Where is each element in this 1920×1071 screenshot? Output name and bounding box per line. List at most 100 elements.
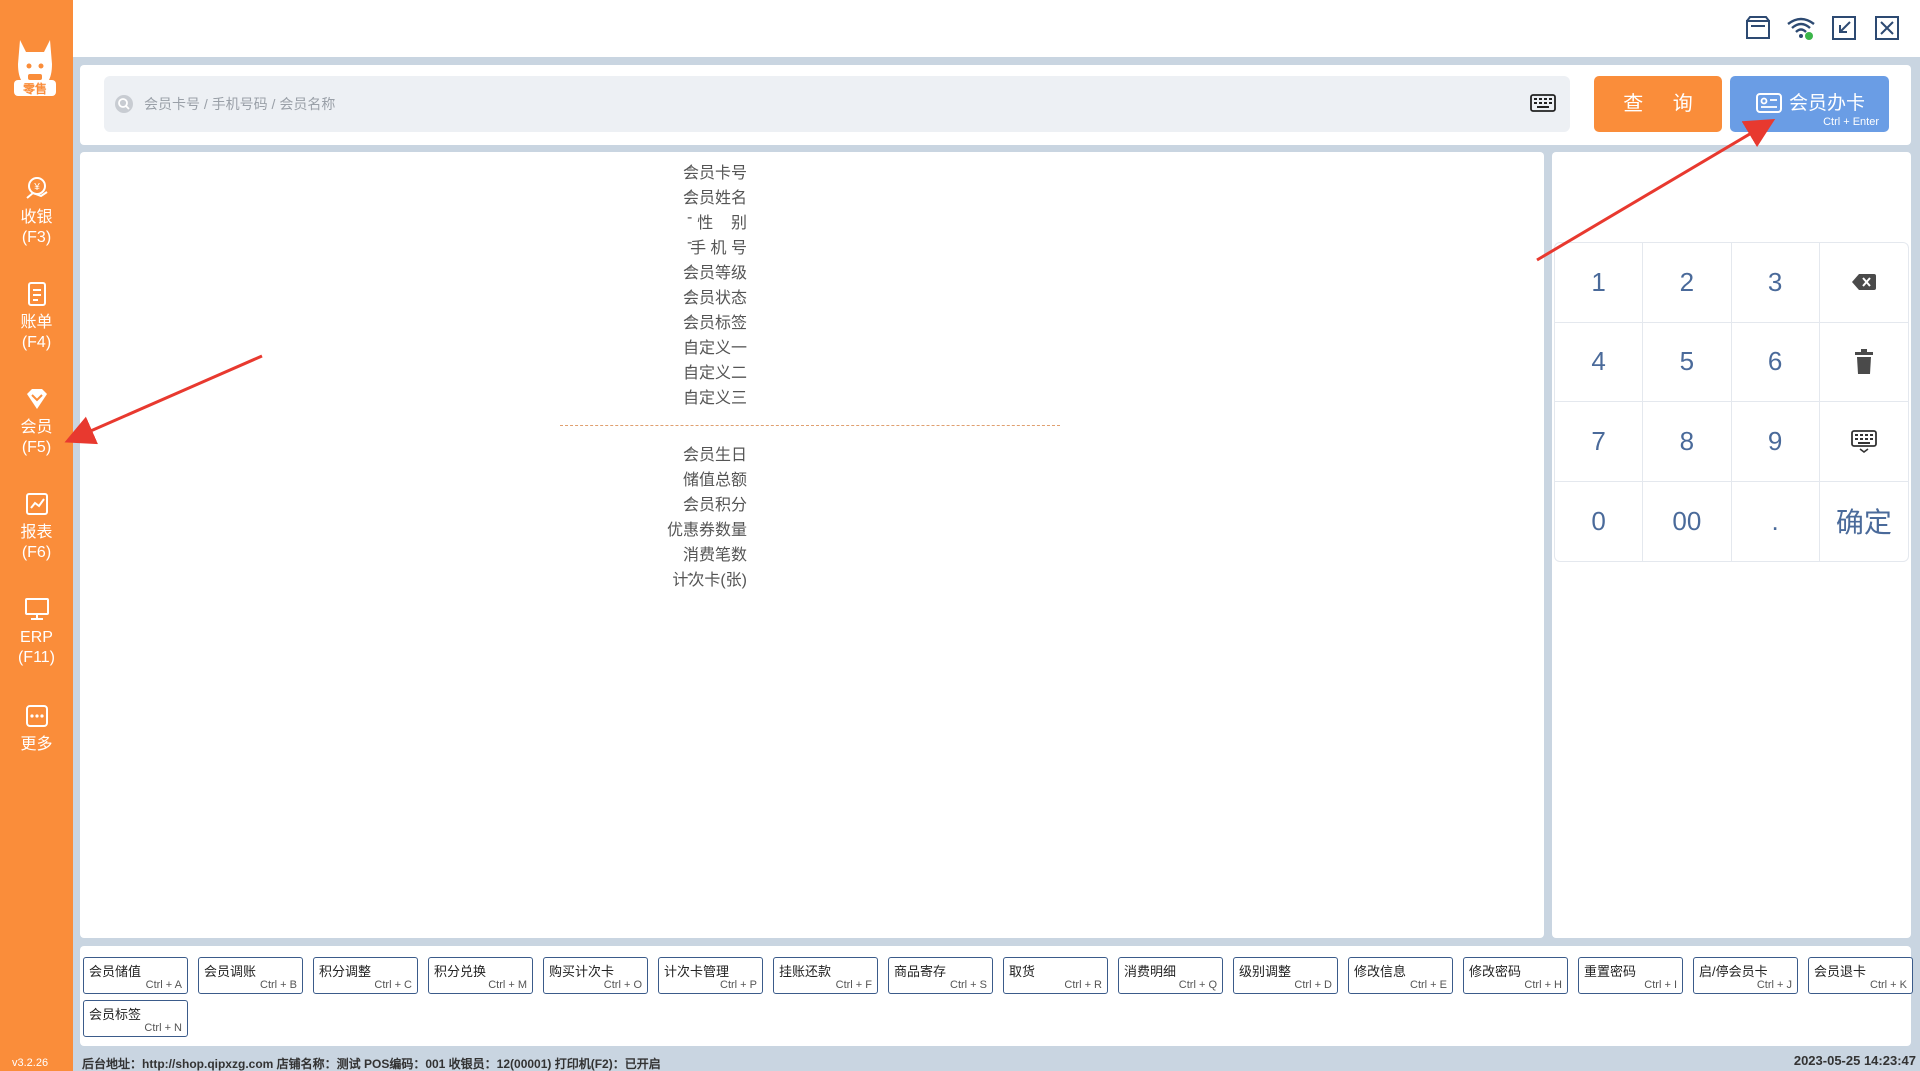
erp-icon [24,598,49,620]
info-label: 自定义一 [682,340,747,357]
info-row: 储值总额 - [80,466,780,491]
key-00[interactable]: 00 [1643,481,1732,561]
shortcut-button[interactable]: 会员储值 Ctrl + A [83,957,188,994]
sidebar-item-erp[interactable]: ERP (F11) [0,596,73,668]
shortcut-key: Ctrl + C [374,979,412,991]
query-button[interactable]: 查 询 [1594,76,1722,132]
info-label: 储值总额 [682,472,747,489]
sidebar-item-label: 会员 [20,419,53,436]
shortcut-button[interactable]: 级别调整 Ctrl + D [1233,957,1338,994]
sidebar-item-cashier[interactable]: ¥ 收银 (F3) [0,176,73,248]
shortcut-key: Ctrl + B [260,979,297,991]
info-label: 优惠券数量 [666,522,747,539]
key-0[interactable]: 0 [1555,481,1644,561]
key-1[interactable]: 1 [1555,243,1644,323]
info-value: - [687,384,693,401]
shortcut-button[interactable]: 积分兑换 Ctrl + M [428,957,533,994]
shortcut-button[interactable]: 会员退卡 Ctrl + K [1808,957,1913,994]
confirm-key[interactable]: 确定 [1820,482,1908,562]
sidebar-item-label: 收银 [20,209,53,226]
store-icon[interactable] [1743,13,1773,43]
shortcut-label: 购买计次卡 [549,964,615,979]
svg-text:¥: ¥ [33,182,40,193]
shortcut-label: 启/停会员卡 [1699,964,1768,979]
status-datetime: 2023-05-25 14:23:47 [1793,1053,1916,1068]
info-label: 会员标签 [682,315,747,332]
key-keyboard[interactable] [1819,402,1908,482]
search-icon [115,95,133,113]
member-info-panel: 会员卡号 - 会员姓名 - 性 别-手 机 号 - 会员等级 - 会员状态 - 会员标签 - 自定义一 -… [80,152,1544,938]
info-label: 手 机 号 [690,240,747,257]
shortcut-key: Ctrl + D [1294,979,1332,991]
info-value: - [687,209,693,226]
key-3[interactable]: 3 [1731,243,1820,323]
info-value: - [687,234,693,251]
shortcut-button[interactable]: 商品寄存 Ctrl + S [888,957,993,994]
shortcut-button[interactable]: 购买计次卡 Ctrl + O [543,957,648,994]
sidebar-item-bill[interactable]: 账单 (F4) [0,281,73,353]
info-value: - [687,441,693,458]
shortcut-key: Ctrl + K [1870,979,1907,991]
shortcut-button[interactable]: 会员调账 Ctrl + B [198,957,303,994]
shortcut-button[interactable]: 会员标签 Ctrl + N [83,1000,188,1037]
sidebar-item-member[interactable]: 会员 (F5) [0,386,73,458]
info-value: - [687,184,693,201]
shortcut-button[interactable]: 修改信息 Ctrl + E [1348,957,1453,994]
info-label: 计次卡(张) [672,572,747,589]
shortcut-label: 挂账还款 [779,964,832,979]
shortcut-button[interactable]: 启/停会员卡 Ctrl + J [1693,957,1798,994]
shortcut-label: 重置密码 [1584,964,1637,979]
info-row: 会员等级 - [80,259,780,284]
shortcut-label: 会员储值 [89,964,142,979]
info-label: 会员姓名 [682,190,747,207]
key-delete[interactable] [1819,323,1908,402]
shortcut-label: 计次卡管理 [664,964,730,979]
key-4[interactable]: 4 [1555,322,1644,402]
key-8[interactable]: 8 [1643,402,1732,482]
app-version: v3.2.26 [12,1057,49,1069]
shortcut-label: 商品寄存 [894,964,947,979]
key-backspace[interactable] [1819,243,1908,323]
wifi-icon[interactable] [1786,13,1816,43]
info-row: 手 机 号- [80,234,780,259]
id-card-icon [1756,93,1782,113]
keyboard-icon[interactable] [1530,92,1556,114]
shortcut-button[interactable]: 消费明细 Ctrl + Q [1118,957,1223,994]
key-7[interactable]: 7 [1555,402,1644,482]
bill-icon [27,282,46,306]
key-6[interactable]: 6 [1731,322,1820,402]
backspace-icon [1851,274,1876,291]
shortcut-button[interactable]: 取货 Ctrl + R [1003,957,1108,994]
shortcut-button[interactable]: 积分调整 Ctrl + C [313,957,418,994]
shortcut-label: 级别调整 [1239,964,1292,979]
shortcut-button[interactable]: 重置密码 Ctrl + I [1578,957,1683,994]
shortcut-label: 积分兑换 [434,964,487,979]
info-row: 会员卡号 - [80,159,780,184]
info-value: - [687,491,693,508]
status-info: 后台地址：http://shop.qipxzg.com 店铺名称：测试 POS编… [82,1057,661,1071]
member-icon [26,389,47,409]
key-5[interactable]: 5 [1643,322,1732,402]
shortcut-button[interactable]: 修改密码 Ctrl + H [1463,957,1568,994]
info-row: 会员状态 - [80,284,780,309]
member-search-input[interactable] [144,88,1444,120]
shortcut-key: Ctrl + R [1064,979,1102,991]
info-label: 会员等级 [682,265,747,282]
key-dot[interactable]: . [1732,481,1820,561]
info-row: 自定义二 - [80,359,780,384]
member-card-button[interactable]: 会员办卡 Ctrl + Enter [1730,76,1889,132]
sidebar-item-more[interactable]: 更多 [0,703,73,755]
sidebar-item-report[interactable]: 报表 (F6) [0,491,73,563]
info-value: - [687,334,693,351]
close-icon[interactable] [1872,13,1902,43]
shortcut-button[interactable]: 计次卡管理 Ctrl + P [658,957,763,994]
member-card-label: 会员办卡 [1789,93,1866,114]
keypad-panel: 1 2 3 4 5 6 7 8 9 0 00 . 确定 [1552,152,1911,938]
cashier-icon: ¥ [25,177,48,199]
info-row: 自定义一 - [80,334,780,359]
shortcut-key: Ctrl + P [720,979,757,991]
shortcut-button[interactable]: 挂账还款 Ctrl + F [773,957,878,994]
key-2[interactable]: 2 [1643,243,1732,323]
shrink-icon[interactable] [1829,13,1859,43]
key-9[interactable]: 9 [1731,402,1820,482]
